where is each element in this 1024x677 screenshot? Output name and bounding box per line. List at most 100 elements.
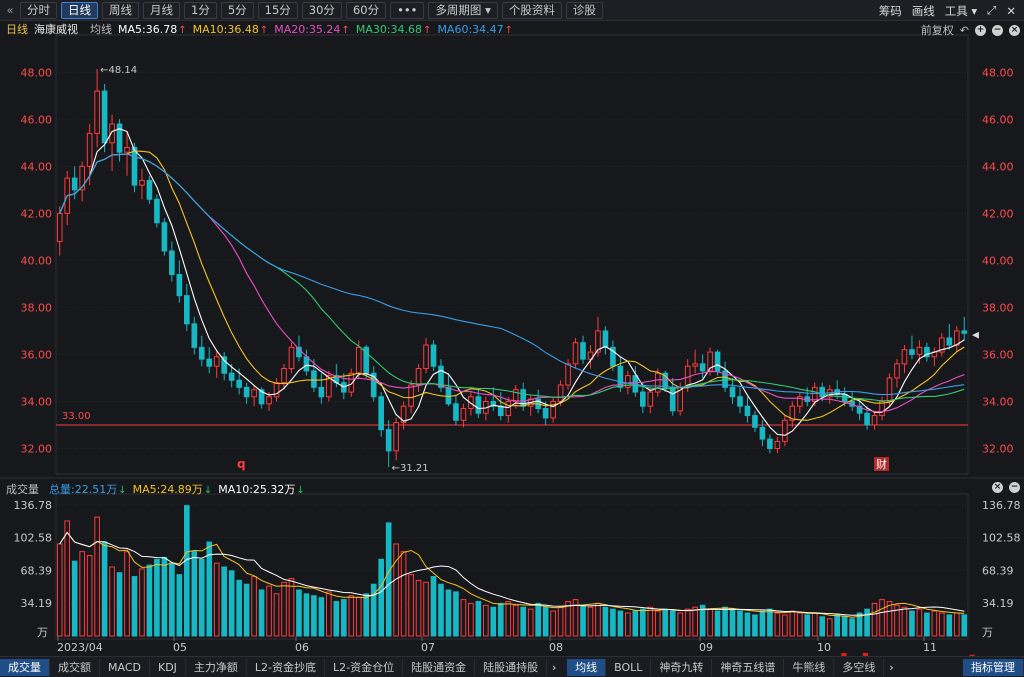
volume-bar: [662, 608, 669, 637]
chips-button[interactable]: 筹码: [879, 3, 902, 19]
volume-bar: [273, 593, 280, 637]
zoom-in-icon[interactable]: +: [975, 24, 986, 36]
volume-bar: [864, 608, 870, 637]
ma10-label: MA10:36.48↑: [192, 22, 269, 36]
draw-line-button[interactable]: 画线: [912, 3, 935, 19]
tab-bull-bear[interactable]: 牛熊线: [784, 658, 835, 676]
x-label: 2023/04: [57, 641, 103, 654]
candle-body: [236, 379, 242, 388]
volume-bar: [408, 574, 414, 637]
candle-body: [415, 368, 422, 386]
volume-bar: [849, 618, 855, 637]
price-tools: 前复权 ↶ + − ×: [921, 22, 1020, 38]
volume-tick-left: 102.58: [14, 532, 53, 545]
price-tick-left: 44.00: [21, 160, 53, 173]
volume-bar: [632, 610, 639, 637]
price-tick-right: 36.00: [982, 348, 1014, 361]
volume-bar: [169, 562, 175, 637]
volume-bar: [737, 610, 743, 637]
tab-kdj[interactable]: KDJ: [150, 658, 186, 676]
tab-turnover[interactable]: 成交额: [50, 658, 100, 676]
tab-main-net[interactable]: 主力净额: [186, 658, 247, 676]
ma5-label: MA5:36.78↑: [118, 22, 187, 36]
collapse-left-icon[interactable]: «: [0, 3, 20, 17]
volume-bar: [281, 581, 287, 637]
chart-canvas[interactable]: 48.00 48.00 46.00 46.00 44.00 44.00 42.00 42.00…: [0, 0, 1024, 677]
price-tick-right: 40.00: [982, 254, 1014, 267]
diagnose-button[interactable]: 诊股: [565, 1, 603, 19]
price-tick-left: 32.00: [21, 442, 53, 455]
volume-bar: [909, 610, 915, 637]
candle-body: [782, 419, 788, 442]
volume-total: 总量:22.51万↓: [49, 483, 127, 496]
volume-bar: [191, 551, 198, 637]
undo-icon[interactable]: ↶: [960, 24, 969, 37]
volume-bar: [236, 579, 242, 637]
multi-period-dropdown[interactable]: 多周期图 ▾: [428, 1, 498, 19]
chevron-right-icon-2[interactable]: ›: [884, 661, 898, 674]
volume-bar: [692, 606, 698, 637]
volume-bar: [640, 608, 646, 637]
expand-icon[interactable]: ⤢: [987, 3, 996, 18]
period-tab-monthly[interactable]: 月线: [143, 1, 180, 19]
x-label: 07: [421, 641, 435, 654]
volume-bar: [647, 606, 654, 637]
tab-connect-holding[interactable]: 陆股通持股: [475, 658, 548, 676]
tab-volume[interactable]: 成交量: [0, 658, 50, 676]
zoom-out-icon[interactable]: −: [992, 24, 1003, 36]
adjust-mode-button[interactable]: 前复权: [921, 22, 954, 38]
candle-body: [318, 386, 325, 398]
volume-close-icon[interactable]: ×: [992, 482, 1003, 493]
tab-macd[interactable]: MACD: [100, 658, 150, 676]
period-tab-15min[interactable]: 15分: [257, 1, 298, 19]
candle-body: [692, 363, 698, 367]
volume-bar: [617, 610, 624, 637]
volume-title[interactable]: 成交量: [6, 481, 39, 497]
close-panel-icon[interactable]: ×: [1009, 24, 1020, 36]
tab-l2-position[interactable]: L2-资金仓位: [325, 658, 404, 676]
period-tab-30min[interactable]: 30分: [301, 1, 342, 19]
candle-body: [640, 391, 646, 407]
period-tab-daily[interactable]: 日线: [61, 1, 98, 19]
indicator-type[interactable]: 均线: [90, 21, 112, 37]
indicator-manage-button[interactable]: 指标管理: [963, 658, 1024, 676]
tab-long-short[interactable]: 多空线: [834, 658, 885, 676]
x-label: 09: [699, 641, 713, 654]
tab-boll[interactable]: BOLL: [606, 658, 652, 676]
period-tab-5min[interactable]: 5分: [220, 1, 254, 19]
candle-body: [94, 90, 100, 134]
x-label: 08: [549, 641, 563, 654]
toolbar-right: 筹码 画线 工具 ▾ ⤢ ✕: [879, 0, 1016, 21]
more-periods-button[interactable]: •••: [390, 1, 425, 19]
candle-body: [565, 363, 571, 386]
period-tab-fenshi[interactable]: 分时: [20, 1, 57, 19]
tab-magic-five[interactable]: 神奇五线谱: [712, 658, 785, 676]
period-tab-60min[interactable]: 60分: [345, 1, 387, 19]
volume-minimize-icon[interactable]: −: [1009, 482, 1020, 493]
volume-bar: [184, 505, 190, 637]
tab-l2-bottom[interactable]: L2-资金抄底: [247, 658, 326, 676]
candle-body: [475, 396, 482, 414]
candle-body: [460, 408, 467, 421]
period-tab-weekly[interactable]: 周线: [102, 1, 139, 19]
period-tab-1min[interactable]: 1分: [184, 1, 217, 19]
volume-bar: [901, 606, 908, 637]
candle-body: [767, 438, 773, 449]
volume-bar: [587, 606, 594, 637]
volume-bar: [602, 606, 609, 637]
chevron-right-icon[interactable]: ›: [547, 661, 561, 674]
candle-body: [505, 400, 512, 417]
volume-bar: [610, 608, 616, 637]
candle-body: [251, 389, 257, 398]
tab-connect-flow[interactable]: 陆股通资金: [403, 658, 476, 676]
close-icon[interactable]: ✕: [1006, 4, 1016, 18]
stock-profile-button[interactable]: 个股资料: [501, 1, 562, 19]
volume-bar: [453, 591, 459, 637]
candle-body: [243, 386, 250, 398]
volume-bar: [684, 608, 691, 637]
tab-magic-nine[interactable]: 神奇九转: [651, 658, 713, 676]
candle-body: [961, 330, 968, 334]
tools-dropdown[interactable]: 工具 ▾: [945, 3, 977, 19]
volume-bar: [722, 606, 728, 637]
tab-ma[interactable]: 均线: [567, 658, 607, 676]
